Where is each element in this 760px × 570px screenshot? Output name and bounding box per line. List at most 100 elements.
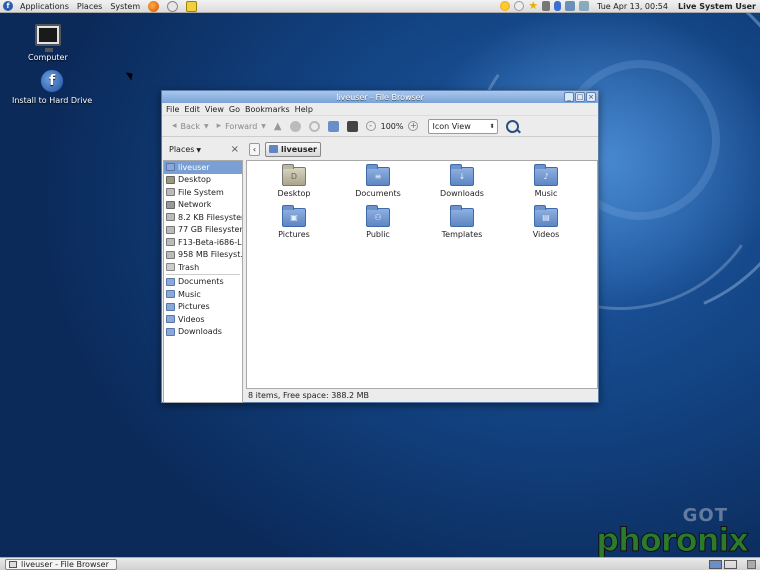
path-left-button[interactable]: ‹: [249, 142, 260, 156]
sidebar-item-958mb-filesystem[interactable]: 958 MB Filesyst...: [164, 249, 242, 262]
weather-icon[interactable]: [514, 1, 525, 11]
network-icon[interactable]: [565, 1, 576, 11]
clock[interactable]: Tue Apr 13, 00:54: [597, 2, 668, 11]
menu-go[interactable]: Go: [229, 105, 240, 114]
close-button[interactable]: ×: [586, 92, 596, 102]
workspace-1[interactable]: [709, 559, 722, 569]
watermark-phoronix: phoronix: [596, 521, 750, 559]
notes-launcher-icon[interactable]: [186, 0, 198, 12]
file-label: Downloads: [440, 189, 484, 198]
reload-icon[interactable]: [308, 120, 320, 132]
drive-icon: [166, 238, 175, 247]
search-icon[interactable]: [506, 119, 520, 133]
file-item-downloads[interactable]: ↓ Downloads: [420, 164, 504, 198]
user-switcher[interactable]: Live System User: [678, 2, 756, 11]
file-item-music[interactable]: ♪ Music: [504, 164, 588, 198]
sidebar-item-label: Music: [178, 289, 201, 299]
network-icon: [166, 200, 175, 209]
file-item-templates[interactable]: Templates: [420, 205, 504, 239]
file-label: Documents: [355, 189, 401, 198]
file-item-videos[interactable]: ▤ Videos: [504, 205, 588, 239]
workspace-2[interactable]: [724, 559, 737, 569]
bluetooth-icon[interactable]: [554, 1, 562, 11]
sidebar-item-8kb-filesystem[interactable]: 8.2 KB Filesystem: [164, 211, 242, 224]
folder-icon: [166, 327, 175, 336]
minimize-button[interactable]: _: [564, 92, 574, 102]
sidebar-header[interactable]: Places ▼ ×: [166, 141, 242, 157]
sidebar-item-label: Network: [178, 200, 212, 210]
computer-icon[interactable]: [346, 120, 358, 132]
stop-icon[interactable]: [289, 120, 301, 132]
file-label: Public: [366, 230, 390, 239]
sidebar-item-file-system[interactable]: File System: [164, 186, 242, 199]
system-menu[interactable]: System: [106, 0, 144, 13]
sidebar-item-liveuser[interactable]: liveuser: [164, 161, 242, 174]
window-icon: [9, 560, 17, 568]
updates-icon[interactable]: [500, 1, 511, 11]
home-icon[interactable]: [327, 120, 339, 132]
menu-file[interactable]: File: [166, 105, 179, 114]
sidebar-item-videos[interactable]: Videos: [164, 313, 242, 326]
sidebar-item-77gb-filesystem[interactable]: 77 GB Filesystem: [164, 224, 242, 237]
home-folder-icon: [269, 145, 278, 153]
fedora-logo-icon[interactable]: f: [3, 1, 13, 11]
forward-button[interactable]: ▸ Forward ▼: [217, 121, 266, 131]
desktop-folder-icon: D: [282, 164, 306, 186]
desktop-icon-computer[interactable]: Computer: [28, 24, 68, 62]
maximize-button[interactable]: □: [575, 92, 585, 102]
computer-icon: [34, 24, 61, 52]
trash-icon: [166, 263, 175, 272]
breadcrumb[interactable]: liveuser: [265, 141, 321, 157]
mouse-cursor-icon: [125, 69, 136, 81]
toolbar: ◂ Back ▼ ▸ Forward ▼ ▲ - 100% + Icon Vie…: [162, 116, 598, 137]
file-item-public[interactable]: ⚇ Public: [336, 205, 420, 239]
chevron-down-icon[interactable]: ▼: [204, 123, 209, 130]
file-item-desktop[interactable]: D Desktop: [252, 164, 336, 198]
applications-menu[interactable]: Applications: [16, 0, 73, 13]
workspace-switcher: [707, 559, 737, 569]
places-menu[interactable]: Places: [73, 0, 106, 13]
sidebar-item-network[interactable]: Network: [164, 199, 242, 212]
videos-folder-icon: ▤: [534, 205, 558, 227]
view-mode-value: Icon View: [432, 121, 471, 131]
drive-icon: [166, 250, 175, 259]
sidebar-item-pictures[interactable]: Pictures: [164, 301, 242, 314]
back-arrow-icon: ◂: [172, 121, 177, 131]
menu-bookmarks[interactable]: Bookmarks: [245, 105, 290, 114]
sidebar-item-label: 8.2 KB Filesystem: [178, 212, 243, 222]
top-panel: f Applications Places System ★ Tue Apr 1…: [0, 0, 760, 13]
fedora-install-icon: f: [40, 69, 65, 93]
file-item-documents[interactable]: ≡ Documents: [336, 164, 420, 198]
sidebar-item-label: Pictures: [178, 302, 210, 312]
chevron-down-icon[interactable]: ▼: [261, 123, 266, 130]
up-icon[interactable]: ▲: [274, 121, 282, 132]
zoom-in-icon[interactable]: +: [408, 121, 419, 131]
trash-icon[interactable]: [747, 559, 756, 569]
sidebar-item-desktop[interactable]: Desktop: [164, 174, 242, 187]
close-sidebar-icon[interactable]: ×: [231, 144, 239, 155]
back-button[interactable]: ◂ Back ▼: [172, 121, 209, 131]
menu-edit[interactable]: Edit: [184, 105, 200, 114]
volume-icon[interactable]: [542, 1, 551, 11]
menu-help[interactable]: Help: [295, 105, 313, 114]
taskbar-button-file-browser[interactable]: liveuser - File Browser: [5, 558, 117, 570]
zoom-out-icon[interactable]: -: [365, 121, 376, 131]
desktop-icon-install[interactable]: f Install to Hard Drive: [12, 69, 92, 105]
menu-view[interactable]: View: [205, 105, 224, 114]
file-view[interactable]: D Desktop ≡ Documents ↓ Downloads ♪ Music ▣ P…: [246, 160, 598, 389]
display-icon[interactable]: [579, 1, 590, 11]
firefox-launcher-icon[interactable]: [148, 0, 160, 12]
view-mode-select[interactable]: Icon View ⬍: [428, 118, 499, 134]
taskbar-button-label: liveuser - File Browser: [21, 559, 109, 569]
sidebar-item-music[interactable]: Music: [164, 288, 242, 301]
window-titlebar[interactable]: liveuser - File Browser _ □ ×: [162, 91, 598, 103]
sidebar-item-documents[interactable]: Documents: [164, 276, 242, 289]
sidebar-item-f13-beta[interactable]: F13-Beta-i686-Li: [164, 236, 242, 249]
sidebar-item-trash[interactable]: Trash: [164, 261, 242, 274]
mail-launcher-icon[interactable]: [167, 0, 179, 12]
star-icon[interactable]: ★: [528, 0, 538, 11]
file-item-pictures[interactable]: ▣ Pictures: [252, 205, 336, 239]
desktop-icon-label: Install to Hard Drive: [12, 96, 93, 105]
sidebar-item-downloads[interactable]: Downloads: [164, 326, 242, 339]
music-folder-icon: ♪: [534, 164, 558, 186]
